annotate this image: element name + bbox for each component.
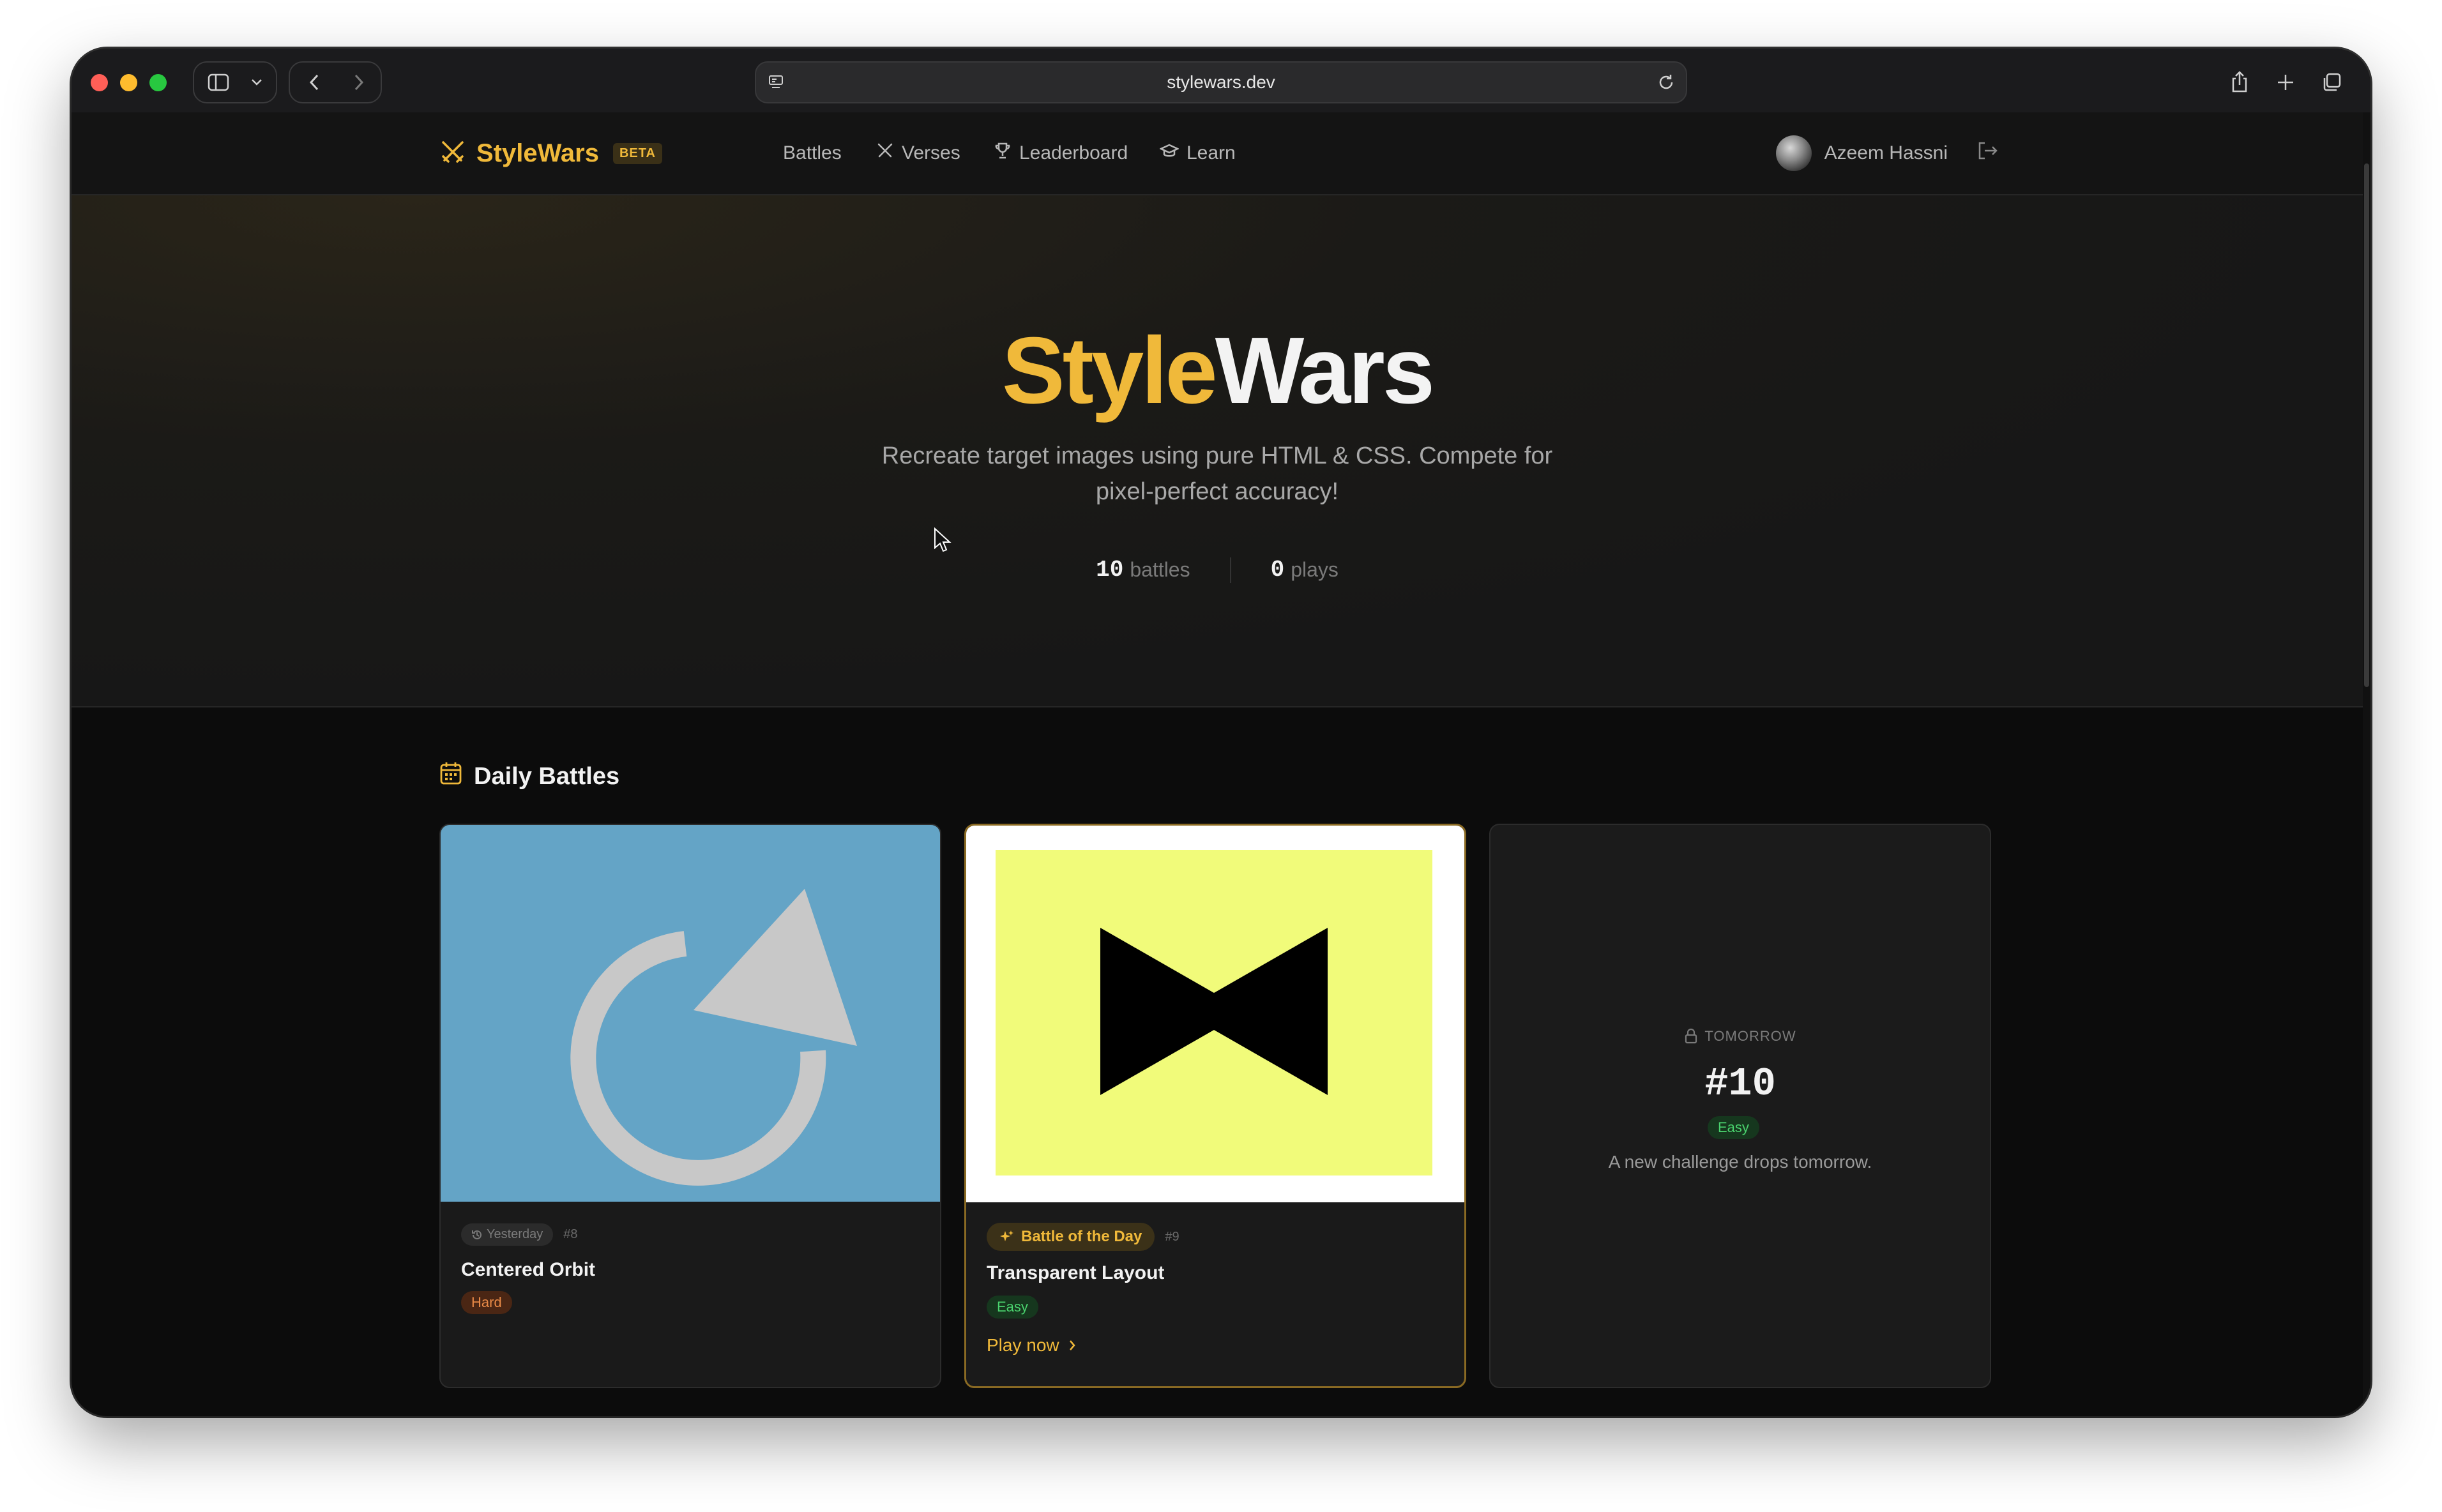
tomorrow-label: TOMORROW: [1490, 1028, 1990, 1045]
brand-name: StyleWars: [476, 139, 599, 167]
battle-card-yesterday[interactable]: Yesterday #8 Centered Orbit Hard: [439, 824, 941, 1388]
address-bar[interactable]: stylewars.dev: [755, 61, 1687, 103]
stats-divider: [1229, 557, 1231, 583]
nav-learn[interactable]: Learn: [1159, 138, 1236, 169]
play-now-link[interactable]: Play now: [987, 1335, 1076, 1356]
battle-preview-image: [966, 826, 1464, 1202]
close-window-button[interactable]: [91, 74, 108, 91]
hero-title-wars: Wars: [1215, 318, 1435, 423]
hero-section: StyleWars Recreate target images using p…: [72, 195, 2363, 707]
difficulty-badge: Hard: [461, 1291, 512, 1314]
plays-count: 0: [1270, 557, 1285, 583]
battle-card-tomorrow: TOMORROW #10 Easy A new challenge drops …: [1489, 824, 1991, 1388]
play-now-label: Play now: [987, 1335, 1059, 1355]
battles-label: battles: [1130, 558, 1190, 581]
chevron-down-icon[interactable]: [244, 63, 269, 102]
battle-preview-image: [441, 825, 940, 1202]
browser-window: stylewars.dev StyleWars BETA Battles Ver…: [72, 49, 2370, 1416]
hero-title: StyleWars: [72, 317, 2363, 425]
chevron-right-icon: [1068, 1340, 1076, 1351]
beta-badge: BETA: [612, 142, 662, 164]
trophy-icon: [994, 142, 1019, 165]
section-title-text: Daily Battles: [474, 762, 620, 790]
reload-icon[interactable]: [1657, 73, 1676, 95]
battles-count: 10: [1096, 557, 1124, 583]
user-menu[interactable]: Azeem Hassni: [1775, 135, 1999, 171]
logout-icon[interactable]: [1977, 141, 1999, 165]
nav-label: Battles: [783, 142, 842, 163]
browser-toolbar: stylewars.dev: [72, 49, 2370, 114]
yesterday-chip: Yesterday: [461, 1223, 554, 1246]
sidebar-icon[interactable]: [199, 63, 238, 102]
site-header: StyleWars BETA Battles Verses Leaderboar…: [72, 112, 2363, 195]
nav-leaderboard[interactable]: Leaderboard: [994, 138, 1128, 169]
url-text: stylewars.dev: [1167, 72, 1275, 92]
daily-battles-heading: Daily Battles: [439, 761, 619, 792]
forward-arrow-icon[interactable]: [340, 63, 378, 102]
minimize-window-button[interactable]: [120, 74, 137, 91]
calendar-icon: [439, 761, 474, 792]
tab-overview-icon[interactable]: [2312, 63, 2351, 102]
lock-icon: [1684, 1028, 1704, 1045]
graduation-cap-icon: [1159, 142, 1187, 165]
share-icon[interactable]: [2220, 63, 2259, 102]
chip-label: Yesterday: [487, 1227, 543, 1241]
web-page: StyleWars BETA Battles Verses Leaderboar…: [72, 112, 2363, 1416]
hero-subtitle: Recreate target images using pure HTML &…: [881, 442, 1553, 505]
nav-label: Leaderboard: [1019, 142, 1128, 163]
brand-logo-link[interactable]: StyleWars BETA: [439, 135, 662, 171]
hero-title-style: Style: [1001, 318, 1218, 423]
nav-label: Learn: [1187, 142, 1236, 163]
tomorrow-text: TOMORROW: [1704, 1028, 1796, 1044]
next-battle-description: A new challenge drops tomorrow.: [1608, 1152, 1872, 1172]
difficulty-badge: Easy: [987, 1296, 1038, 1319]
zoom-window-button[interactable]: [149, 74, 167, 91]
plays-label: plays: [1291, 558, 1339, 581]
scrollbar-thumb[interactable]: [2364, 163, 2369, 687]
battle-number: #8: [563, 1227, 578, 1241]
mouse-cursor-icon: [934, 527, 952, 556]
nav-battles[interactable]: Battles: [783, 138, 842, 169]
battle-title: Centered Orbit: [461, 1259, 596, 1280]
user-name: Azeem Hassni: [1824, 142, 1948, 163]
battle-number: #9: [1165, 1229, 1179, 1244]
chip-label: Battle of the Day: [1021, 1228, 1142, 1245]
difficulty-badge: Easy: [1708, 1116, 1759, 1139]
next-battle-number: #10: [1704, 1061, 1776, 1107]
battle-title: Transparent Layout: [987, 1262, 1165, 1283]
nav-label: Verses: [902, 142, 960, 163]
avatar[interactable]: [1775, 135, 1812, 171]
battle-of-the-day-chip: Battle of the Day: [987, 1223, 1155, 1251]
history-icon: [471, 1229, 483, 1241]
battle-card-today[interactable]: Battle of the Day #9 Transparent Layout …: [964, 824, 1466, 1388]
swords-icon: [876, 142, 902, 165]
new-tab-icon[interactable]: [2266, 63, 2305, 102]
history-nav-group: [289, 61, 382, 103]
sparkle-icon: [999, 1229, 1015, 1244]
page-scrollbar[interactable]: [2363, 112, 2370, 1416]
back-arrow-icon[interactable]: [295, 63, 333, 102]
stats-row: 10 battles 0 plays: [72, 557, 2363, 583]
nav-verses[interactable]: Verses: [876, 138, 960, 169]
crossed-swords-icon: [439, 139, 466, 169]
sidebar-toggle-group: [193, 61, 277, 103]
